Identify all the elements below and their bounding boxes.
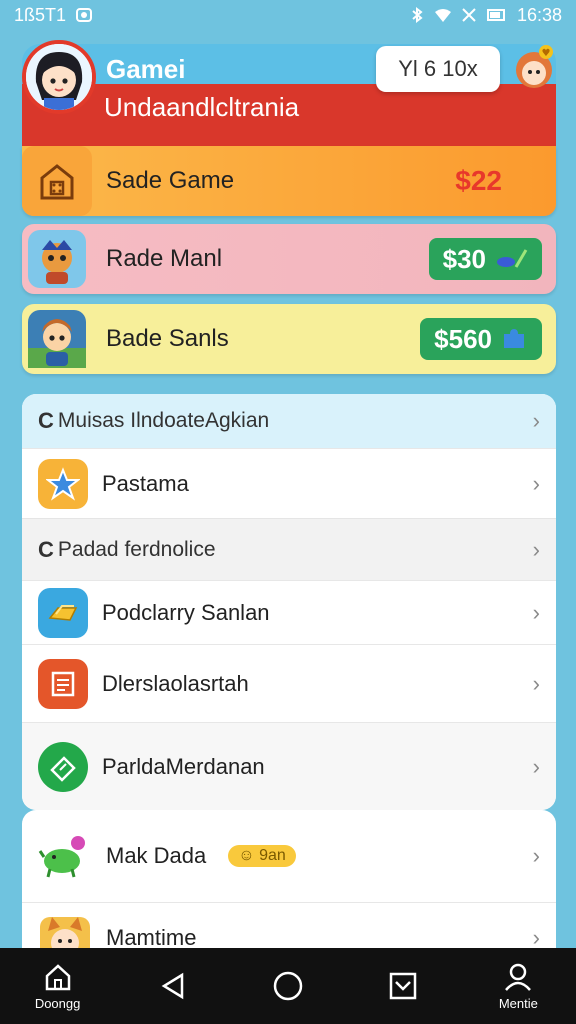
shop-icon xyxy=(22,146,92,216)
svg-text:♥: ♥ xyxy=(542,48,551,59)
price-text: $30 xyxy=(442,243,486,274)
section-left: C Muisas IlndoateАgkian xyxy=(38,408,269,434)
list-item-label: Dlerslaolasrtah xyxy=(102,670,249,696)
nav-home-circle-button[interactable] xyxy=(243,970,333,1002)
game-row-sade-game[interactable]: Sade Game $22 xyxy=(22,146,556,216)
list-item-label: Mamtime xyxy=(106,924,197,950)
chevron-right-icon: › xyxy=(532,843,540,868)
nav-back-button[interactable] xyxy=(128,971,218,1001)
home-circle-icon xyxy=(273,971,303,1001)
menu-section-header[interactable]: C Muisas IlndoateАgkian › xyxy=(22,394,556,448)
list-item-label: Pastama xyxy=(102,470,189,496)
status-left-text: 1ß5T1 xyxy=(14,4,67,25)
list-item-label: Podclarry Sanlan xyxy=(102,599,270,625)
refresh-icon: C xyxy=(38,408,54,433)
list-item-left: Podclarry Sanlan xyxy=(38,587,270,638)
navigation-bar: Doongg Mentie xyxy=(0,948,576,1024)
dragon-icon xyxy=(38,829,92,883)
chevron-right-icon: › xyxy=(532,753,540,779)
multiplier-button[interactable]: Yl 6 10x xyxy=(376,46,500,92)
chevron-right-icon: › xyxy=(532,924,540,950)
list-item-left: Dlerslaolasrtah xyxy=(38,658,249,709)
list-item-pastama[interactable]: Pastama › xyxy=(22,448,556,518)
gold-icon xyxy=(38,587,88,638)
status-right: 16:38 xyxy=(409,5,562,26)
status-bar: 1ß5T1 16:38 xyxy=(0,0,576,30)
list-item-label: ParldaМerdanan xyxy=(102,753,265,779)
character-icon xyxy=(22,304,92,374)
list-item-label: Mak Dada xyxy=(106,843,207,868)
menu-list-secondary: Mak Dada ☺ 9an › Mamtime › xyxy=(22,810,556,960)
notification-icon xyxy=(76,8,93,22)
list-item-left: ParldaМerdanan xyxy=(38,741,265,792)
menu-section-header[interactable]: C Padad ferdnolice › xyxy=(22,518,556,580)
section-label: Padad ferdnolice xyxy=(57,537,216,561)
ticket-icon xyxy=(38,741,88,792)
section-left: C Padad ferdnolice xyxy=(38,537,216,563)
puzzle-icon xyxy=(504,329,524,348)
chevron-right-icon: › xyxy=(532,599,540,625)
price-button[interactable]: $30 xyxy=(428,238,542,280)
chevron-right-icon: › xyxy=(532,470,540,496)
inbox-icon xyxy=(389,972,417,1000)
status-left: 1ß5T1 xyxy=(14,4,93,26)
header-subtitle: Undaandlcltrania xyxy=(104,92,300,122)
home-icon xyxy=(45,963,70,990)
battery-icon xyxy=(486,9,505,21)
list-item-left: Pastama xyxy=(38,458,189,509)
document-icon xyxy=(38,658,88,709)
nav-profile-button[interactable]: Mentie xyxy=(473,962,563,1011)
status-badge: ☺ 9an xyxy=(228,845,296,867)
header-title: Gamei xyxy=(106,54,186,84)
avatar-girl-icon xyxy=(26,44,92,110)
nav-inbox-button[interactable] xyxy=(358,971,448,1001)
list-item-dlerslaolasrtah[interactable]: Dlerslaolasrtah › xyxy=(22,644,556,722)
star-icon xyxy=(38,458,88,509)
chevron-right-icon: › xyxy=(532,670,540,696)
status-time: 16:38 xyxy=(516,4,562,25)
game-row-bade-sanls[interactable]: Bade Sanls $560 xyxy=(22,304,556,374)
avatar[interactable] xyxy=(22,40,96,114)
game-row-rade-manl[interactable]: Rade Manl $30 xyxy=(22,224,556,294)
game-row-label: Sade Game xyxy=(106,167,235,194)
nav-home-button[interactable]: Doongg xyxy=(13,962,103,1011)
chevron-right-icon: › xyxy=(532,536,540,562)
section-label: Muisas IlndoateАgkian xyxy=(57,409,270,432)
nav-profile-label: Mentie xyxy=(498,995,538,1011)
price-text: $560 xyxy=(434,323,492,354)
refresh-icon: C xyxy=(38,536,54,562)
list-item-parldamerdanan[interactable]: ParldaМerdanan › xyxy=(22,722,556,810)
menu-list: C Muisas IlndoateАgkian › Pastama › C Pa… xyxy=(22,394,556,810)
mute-icon xyxy=(462,8,476,22)
game-row-label: Rade Manl xyxy=(106,245,223,272)
mascot-icon[interactable]: ♥ xyxy=(510,44,558,92)
gift-icon xyxy=(497,249,528,268)
game-row-label: Bade Sanls xyxy=(106,325,229,352)
back-triangle-icon xyxy=(161,972,184,1000)
list-item-podclarry-sanlan[interactable]: Podclarry Sanlan › xyxy=(22,580,556,644)
multiplier-text: Yl 6 10x xyxy=(398,56,478,81)
list-item-left: Mak Dada ☺ 9an xyxy=(38,829,296,883)
nav-home-label: Doongg xyxy=(34,995,81,1011)
character-icon xyxy=(22,224,92,294)
profile-icon xyxy=(505,963,532,991)
wifi-icon xyxy=(434,9,451,22)
list-item-mak-dada[interactable]: Mak Dada ☺ 9an › xyxy=(22,810,556,902)
bluetooth-icon xyxy=(412,7,423,23)
game-row-price: $22 xyxy=(455,165,502,196)
chevron-right-icon: › xyxy=(532,408,540,433)
price-button[interactable]: $560 xyxy=(420,318,542,360)
